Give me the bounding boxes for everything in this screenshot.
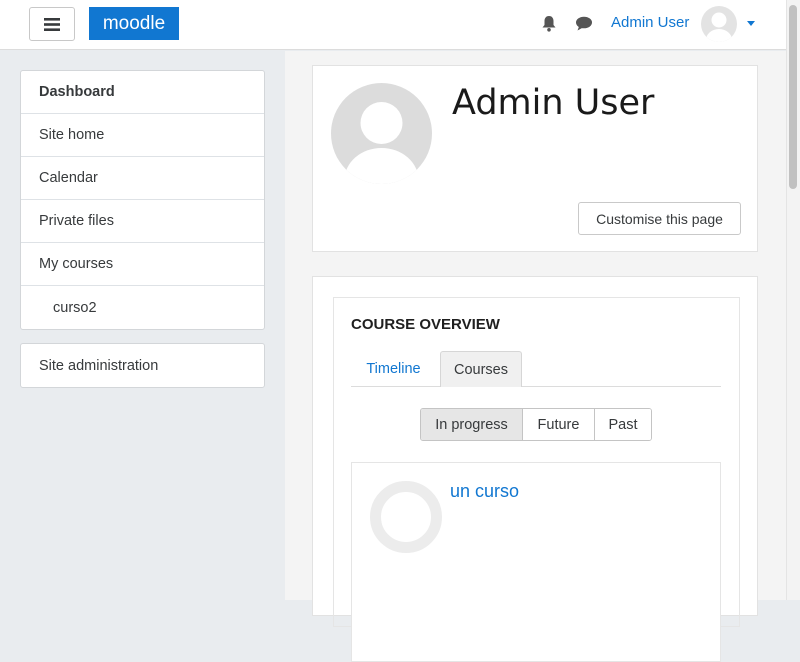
- sidebar-item-calendar[interactable]: Calendar: [21, 157, 264, 200]
- user-menu-name[interactable]: Admin User: [611, 14, 689, 31]
- sidebar-item-dashboard[interactable]: Dashboard: [21, 71, 264, 114]
- drawer-toggle-button[interactable]: [29, 7, 75, 41]
- avatar[interactable]: [701, 6, 737, 42]
- course-overview-panel: COURSE OVERVIEW Timeline Courses In prog…: [333, 297, 740, 662]
- course-link[interactable]: un curso: [450, 481, 519, 502]
- course-overview-block: COURSE OVERVIEW Timeline Courses In prog…: [312, 276, 758, 662]
- course-filter-group: In progress Future Past: [420, 408, 652, 441]
- tab-timeline[interactable]: Timeline: [351, 351, 436, 387]
- site-logo[interactable]: moodle: [89, 7, 179, 40]
- user-silhouette-icon: [706, 12, 732, 42]
- course-card: 0% un curso: [351, 462, 721, 662]
- nav-block-admin: Site administration: [20, 343, 265, 388]
- sidebar-item-curso2[interactable]: curso2: [21, 286, 264, 329]
- sidebar-item-my-courses[interactable]: My courses: [21, 243, 264, 286]
- filter-future-button[interactable]: Future: [523, 409, 595, 440]
- profile-avatar: [331, 83, 432, 184]
- customise-page-button[interactable]: Customise this page: [578, 202, 741, 235]
- menu-icon: [44, 17, 60, 31]
- sidebar-item-site-administration[interactable]: Site administration: [21, 344, 264, 387]
- filter-in-progress-button[interactable]: In progress: [421, 409, 523, 440]
- top-navbar: moodle Admin User: [0, 0, 786, 50]
- filter-past-button[interactable]: Past: [595, 409, 651, 440]
- progress-value: 0%: [397, 510, 415, 524]
- block-title: COURSE OVERVIEW: [351, 316, 500, 333]
- progress-ring: 0%: [370, 481, 442, 553]
- chat-icon[interactable]: [575, 16, 593, 31]
- sidebar-item-site-home[interactable]: Site home: [21, 114, 264, 157]
- user-silhouette-icon: [344, 102, 419, 184]
- sidebar-item-private-files[interactable]: Private files: [21, 200, 264, 243]
- caret-down-icon[interactable]: [747, 21, 755, 26]
- bell-icon[interactable]: [541, 15, 557, 32]
- nav-block-main: Dashboard Site home Calendar Private fil…: [20, 70, 265, 330]
- tab-courses[interactable]: Courses: [440, 351, 522, 387]
- page-title: Admin User: [452, 83, 655, 123]
- scrollbar-thumb[interactable]: [789, 5, 797, 189]
- page-header-card: Admin User Customise this page: [312, 65, 758, 252]
